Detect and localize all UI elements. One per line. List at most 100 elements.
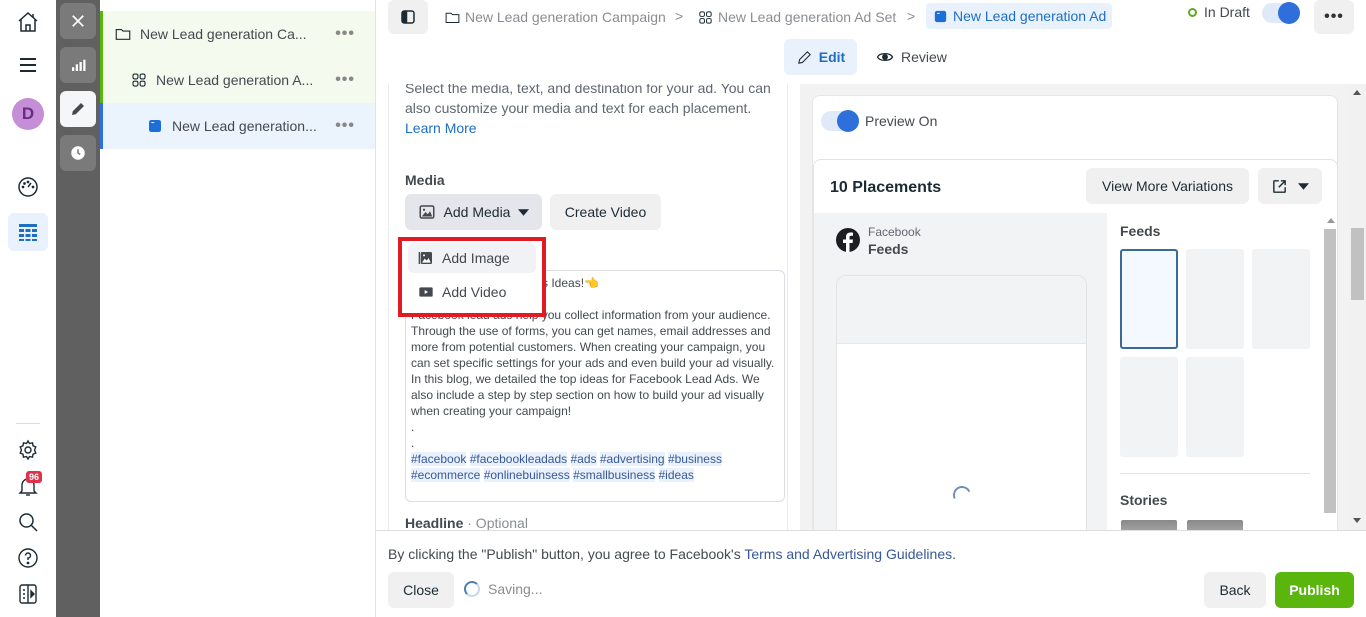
breadcrumb-campaign[interactable]: New Lead generation Campaign bbox=[444, 6, 666, 28]
hashtag: #facebookleadads bbox=[469, 452, 568, 466]
back-button[interactable]: Back bbox=[1204, 572, 1266, 608]
view-more-variations-button[interactable]: View More Variations bbox=[1086, 168, 1249, 204]
breadcrumb-ad[interactable]: New Lead generation Ad bbox=[926, 3, 1113, 29]
caret-down-icon bbox=[1298, 182, 1309, 190]
add-video-menu-item[interactable]: Add Video bbox=[408, 277, 536, 307]
side-panel-icon[interactable] bbox=[10, 576, 46, 612]
hashtag: #smallbusiness bbox=[573, 468, 656, 482]
scroll-up-arrow-icon[interactable] bbox=[1327, 218, 1335, 223]
more-options-button[interactable]: ••• bbox=[1314, 0, 1354, 34]
add-media-button[interactable]: Add Media bbox=[405, 194, 542, 230]
panel-toggle-button[interactable] bbox=[388, 0, 428, 34]
review-mode-button[interactable]: Review bbox=[876, 39, 947, 75]
preview-toggle[interactable] bbox=[821, 110, 859, 132]
intro-text: Select the media, text, and destination … bbox=[405, 84, 771, 116]
tree-item-ad[interactable]: New Lead generation... ••• bbox=[100, 103, 375, 149]
placement-thumb[interactable] bbox=[1252, 249, 1310, 349]
share-preview-button[interactable] bbox=[1258, 168, 1322, 204]
menu-item-label: Add Image bbox=[442, 250, 510, 266]
dashboard-gauge-icon[interactable] bbox=[10, 169, 46, 205]
ad-set-grid-icon bbox=[699, 10, 712, 24]
preview-card: Preview On 10 Placements View More Varia… bbox=[812, 95, 1338, 539]
pointing-emoji: 👈 bbox=[584, 276, 599, 290]
ad-icon bbox=[934, 10, 947, 22]
placement-thumbnails: Feeds Stories bbox=[1107, 213, 1323, 538]
close-icon[interactable] bbox=[60, 3, 96, 39]
menu-icon[interactable] bbox=[10, 47, 46, 83]
terms-link[interactable]: Terms and Advertising Guidelines bbox=[744, 546, 952, 562]
settings-gear-icon[interactable] bbox=[10, 432, 46, 468]
saving-spinner-icon bbox=[464, 581, 480, 597]
create-video-button[interactable]: Create Video bbox=[550, 194, 661, 230]
ad-set-grid-icon bbox=[132, 73, 146, 87]
terms-period: . bbox=[952, 546, 957, 562]
stories-title: Stories bbox=[1120, 492, 1168, 508]
campaign-tree-panel: New Lead generation Ca... ••• New Lead g… bbox=[100, 0, 376, 617]
review-label: Review bbox=[901, 49, 947, 65]
chart-bars-icon[interactable] bbox=[60, 47, 96, 83]
clock-icon[interactable] bbox=[60, 135, 96, 171]
folder-icon bbox=[445, 12, 460, 23]
scroll-up-arrow-icon[interactable] bbox=[1353, 90, 1361, 95]
loading-spinner-icon bbox=[950, 483, 974, 507]
scroll-down-arrow-icon[interactable] bbox=[1353, 518, 1361, 523]
pencil-icon[interactable] bbox=[60, 91, 96, 127]
edit-mode-button[interactable]: Edit bbox=[784, 39, 857, 75]
more-options-icon[interactable]: ••• bbox=[335, 117, 355, 135]
breadcrumb-label: New Lead generation Campaign bbox=[465, 9, 666, 25]
image-icon bbox=[419, 205, 435, 219]
breadcrumb-label: New Lead generation Ad bbox=[953, 8, 1107, 24]
media-section-intro: Select the media, text, and destination … bbox=[405, 84, 775, 138]
terms-text: By clicking the "Publish" button, you ag… bbox=[388, 546, 745, 562]
preview-toggle-label: Preview On bbox=[865, 113, 938, 129]
home-icon[interactable] bbox=[10, 4, 46, 40]
more-options-icon[interactable]: ••• bbox=[335, 71, 355, 89]
more-options-icon[interactable]: ••• bbox=[335, 25, 355, 43]
add-media-dropdown: Add Image Add Video bbox=[398, 237, 546, 317]
add-media-label: Add Media bbox=[443, 204, 511, 220]
video-play-icon bbox=[419, 287, 433, 297]
external-link-icon bbox=[1273, 179, 1286, 193]
breadcrumb-label: New Lead generation Ad Set bbox=[718, 9, 897, 25]
placement-thumb[interactable] bbox=[1120, 357, 1178, 457]
tree-item-label: New Lead generation Ca... bbox=[140, 26, 307, 42]
placement-thumb[interactable] bbox=[1186, 357, 1244, 457]
add-image-icon bbox=[418, 252, 432, 264]
tree-item-campaign[interactable]: New Lead generation Ca... ••• bbox=[100, 11, 375, 57]
facebook-logo-icon bbox=[836, 228, 860, 252]
media-label: Media bbox=[405, 172, 445, 188]
hashtag: #facebook bbox=[411, 452, 467, 466]
scrollbar-thumb[interactable] bbox=[1351, 228, 1364, 300]
add-image-menu-item[interactable]: Add Image bbox=[408, 243, 536, 273]
placement-thumb[interactable] bbox=[1186, 249, 1244, 349]
headline-label: Headline · Optional bbox=[405, 515, 528, 530]
search-icon[interactable] bbox=[10, 504, 46, 540]
phone-mockup bbox=[836, 275, 1087, 538]
placement-preview-pane: Facebook Feeds bbox=[814, 213, 1107, 538]
help-icon[interactable] bbox=[10, 540, 46, 576]
hashtag: #advertising bbox=[599, 452, 665, 466]
tree-item-ad-set[interactable]: New Lead generation A... ••• bbox=[100, 57, 375, 103]
rail-divider bbox=[16, 423, 40, 424]
hashtag: #ideas bbox=[658, 468, 694, 482]
ads-manager-table-icon[interactable] bbox=[8, 213, 48, 251]
primary-text-body: Facebook lead ads help you collect infor… bbox=[411, 308, 775, 418]
primary-text-dot: . bbox=[411, 420, 415, 434]
thumbnails-scrollbar[interactable] bbox=[1323, 213, 1337, 538]
publish-button[interactable]: Publish bbox=[1275, 572, 1354, 608]
main-scrollbar[interactable] bbox=[1349, 84, 1366, 530]
avatar[interactable]: D bbox=[12, 98, 44, 130]
learn-more-link[interactable]: Learn More bbox=[405, 120, 477, 136]
eye-icon bbox=[876, 52, 894, 62]
hashtag: #onlinebuinsess bbox=[483, 468, 570, 482]
placement-thumb[interactable] bbox=[1120, 249, 1178, 349]
hashtags: #facebook #facebookleadads #ads #adverti… bbox=[411, 451, 779, 483]
avatar-initial: D bbox=[21, 104, 35, 123]
feeds-title: Feeds bbox=[1120, 223, 1161, 239]
tree-item-label: New Lead generation A... bbox=[156, 72, 314, 88]
close-button[interactable]: Close bbox=[388, 572, 454, 608]
folder-icon bbox=[115, 28, 131, 40]
breadcrumb-ad-set[interactable]: New Lead generation Ad Set bbox=[697, 6, 896, 28]
primary-text-line1: s Ideas! bbox=[542, 276, 585, 290]
ad-on-off-toggle[interactable] bbox=[1262, 2, 1300, 24]
